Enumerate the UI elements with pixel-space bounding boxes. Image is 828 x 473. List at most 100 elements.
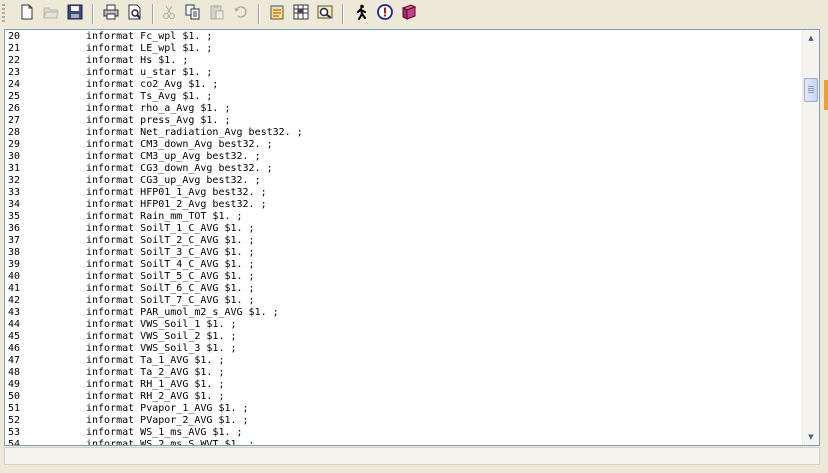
code-line: 44 informat VWS_Soil_1 $1. ; [8, 319, 803, 331]
toolbar-separator [342, 4, 344, 24]
line-text: informat SoilT_4_C_AVG $1. ; [86, 259, 255, 270]
code-line: 25 informat Ts_Avg $1. ; [8, 91, 803, 103]
line-number: 28 [8, 127, 21, 138]
line-text: informat Pvapor_1_AVG $1. ; [86, 403, 249, 414]
undo-icon [233, 4, 249, 24]
code-editor[interactable]: 20 informat Fc_wpl $1. ; 21 informat LE_wpl… [4, 29, 820, 446]
undo-button[interactable] [230, 3, 252, 25]
line-number: 42 [8, 295, 21, 306]
line-number: 37 [8, 235, 21, 246]
line-text: informat HFP01_1_Avg best32. ; [86, 187, 267, 198]
code-line: 40 informat SoilT_5_C_AVG $1. ; [8, 271, 803, 283]
toolbar-separator [92, 4, 94, 24]
line-number: 21 [8, 43, 21, 54]
print-button[interactable] [100, 3, 122, 25]
line-number: 27 [8, 115, 21, 126]
line-text: informat u_star $1. ; [86, 67, 213, 78]
line-number: 34 [8, 199, 21, 210]
printer-icon [103, 4, 119, 24]
tool-b-button[interactable] [290, 3, 312, 25]
code-line: 52 informat PVapor_2_AVG $1. ; [8, 415, 803, 427]
scroll-down-arrow[interactable]: ▼ [803, 429, 819, 445]
line-text: informat SoilT_3_C_AVG $1. ; [86, 247, 255, 258]
code-line: 27 informat press_Avg $1. ; [8, 115, 803, 127]
print-preview-icon [127, 4, 143, 24]
print-preview-button[interactable] [124, 3, 146, 25]
line-number: 25 [8, 91, 21, 102]
code-line: 43 informat PAR_umol_m2_s_AVG $1. ; [8, 307, 803, 319]
code-line: 53 informat WS_1_ms_AVG $1. ; [8, 427, 803, 439]
line-text: informat WS_1_ms_AVG $1. ; [86, 427, 243, 438]
tool-a-button[interactable] [266, 3, 288, 25]
copy-button[interactable] [182, 3, 204, 25]
toolbar-grip[interactable] [2, 4, 5, 24]
line-text: informat Rain_mm_TOT $1. ; [86, 211, 243, 222]
paste-button[interactable] [206, 3, 228, 25]
line-text: informat LE_wpl $1. ; [86, 43, 213, 54]
line-number: 20 [8, 31, 21, 42]
code-line: 48 informat Ta_2_AVG $1. ; [8, 367, 803, 379]
line-number: 29 [8, 139, 21, 150]
line-number: 46 [8, 343, 21, 354]
reference-book-button[interactable] [398, 3, 420, 25]
line-text: informat Hs $1. ; [86, 55, 189, 66]
line-number: 54 [8, 439, 21, 446]
line-number: 48 [8, 367, 21, 378]
code-line: 32 informat CG3_up_Avg best32. ; [8, 175, 803, 187]
line-text: informat co2_Avg $1. ; [86, 79, 219, 90]
code-line: 35 informat Rain_mm_TOT $1. ; [8, 211, 803, 223]
code-line: 46 informat VWS_Soil_3 $1. ; [8, 343, 803, 355]
window-edge-accent [824, 80, 828, 110]
grid-icon [293, 4, 309, 24]
line-text: informat PVapor_2_AVG $1. ; [86, 415, 249, 426]
line-text: informat Fc_wpl $1. ; [86, 31, 213, 42]
line-text: informat WS_2_ms_S_WVT $1. ; [86, 439, 255, 446]
line-number: 38 [8, 247, 21, 258]
line-number: 49 [8, 379, 21, 390]
toolbar-separator [258, 4, 260, 24]
code-line: 29 informat CM3_down_Avg best32. ; [8, 139, 803, 151]
running-man-icon [353, 4, 369, 24]
code-line: 51 informat Pvapor_1_AVG $1. ; [8, 403, 803, 415]
line-text: informat rho_a_Avg $1. ; [86, 103, 231, 114]
toolbar-separator [152, 4, 154, 24]
cut-button[interactable] [158, 3, 180, 25]
line-text: informat CM3_down_Avg best32. ; [86, 139, 273, 150]
code-line: 33 informat HFP01_1_Avg best32. ; [8, 187, 803, 199]
floppy-disk-icon [67, 4, 83, 24]
line-text: informat SoilT_2_C_AVG $1. ; [86, 235, 255, 246]
help-button[interactable] [374, 3, 396, 25]
scroll-up-arrow[interactable]: ▲ [803, 30, 819, 46]
line-text: informat VWS_Soil_2 $1. ; [86, 331, 237, 342]
vertical-scrollbar[interactable]: ▲ ▼ [802, 30, 819, 445]
line-text: informat SoilT_1_C_AVG $1. ; [86, 223, 255, 234]
folder-open-icon [43, 4, 59, 24]
line-text: informat SoilT_7_C_AVG $1. ; [86, 295, 255, 306]
code-line: 45 informat VWS_Soil_2 $1. ; [8, 331, 803, 343]
line-text: informat press_Avg $1. ; [86, 115, 231, 126]
line-number: 35 [8, 211, 21, 222]
line-number: 39 [8, 259, 21, 270]
line-number: 53 [8, 427, 21, 438]
line-number: 31 [8, 163, 21, 174]
line-text: informat CM3_up_Avg best32. ; [86, 151, 261, 162]
code-line: 47 informat Ta_1_AVG $1. ; [8, 355, 803, 367]
line-text: informat RH_2_AVG $1. ; [86, 391, 225, 402]
line-text: informat CG3_down_Avg best32. ; [86, 163, 273, 174]
tool-c-button[interactable] [314, 3, 336, 25]
run-button[interactable] [350, 3, 372, 25]
line-text: informat PAR_umol_m2_s_AVG $1. ; [86, 307, 279, 318]
horizontal-scrollbar[interactable] [4, 447, 820, 465]
scroll-thumb[interactable] [804, 78, 818, 102]
line-text: informat Ta_1_AVG $1. ; [86, 355, 225, 366]
code-line: 54 informat WS_2_ms_S_WVT $1. ; [8, 439, 803, 446]
line-text: informat SoilT_5_C_AVG $1. ; [86, 271, 255, 282]
new-file-button[interactable] [16, 3, 38, 25]
scissors-icon [161, 4, 177, 24]
save-button[interactable] [64, 3, 86, 25]
open-file-button[interactable] [40, 3, 62, 25]
code-line: 39 informat SoilT_4_C_AVG $1. ; [8, 259, 803, 271]
code-line: 49 informat RH_1_AVG $1. ; [8, 379, 803, 391]
new-file-icon [19, 4, 35, 24]
magnifier-icon [317, 4, 333, 24]
